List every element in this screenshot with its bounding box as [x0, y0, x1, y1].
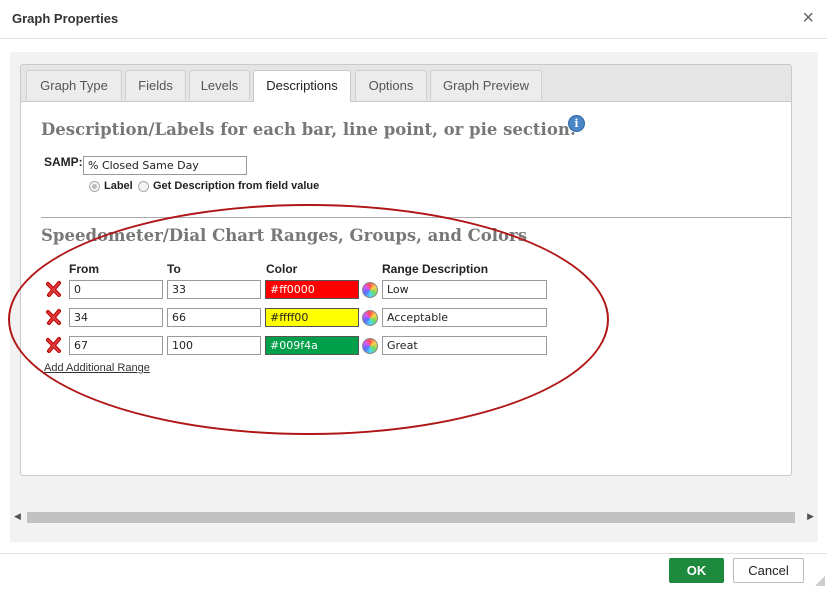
tab-descriptions[interactable]: Descriptions	[253, 70, 351, 102]
range-description-input[interactable]	[382, 308, 547, 327]
radio-field-value[interactable]	[138, 181, 149, 192]
ok-button[interactable]: OK	[669, 558, 724, 583]
color-picker-icon[interactable]	[362, 282, 378, 298]
tab-fields[interactable]: Fields	[125, 70, 186, 100]
range-to-input[interactable]	[167, 280, 261, 299]
color-swatch-input[interactable]: #ff0000	[265, 280, 359, 299]
add-additional-range-link[interactable]: Add Additional Range	[44, 362, 150, 374]
scroll-left-icon[interactable]: ◀	[14, 511, 21, 522]
samp-label: SAMP:	[44, 155, 83, 169]
range-to-input[interactable]	[167, 336, 261, 355]
section-divider	[41, 217, 791, 218]
range-from-input[interactable]	[69, 280, 163, 299]
header-from: From	[69, 262, 99, 276]
delete-range-icon[interactable]	[45, 280, 63, 298]
color-picker-icon[interactable]	[362, 310, 378, 326]
scroll-right-icon[interactable]: ▶	[807, 511, 814, 522]
delete-range-icon[interactable]	[45, 336, 63, 354]
tab-graph-type[interactable]: Graph Type	[26, 70, 122, 100]
header-color: Color	[266, 262, 298, 276]
range-from-input[interactable]	[69, 308, 163, 327]
dialog-titlebar: Graph Properties ×	[0, 0, 827, 39]
tab-graph-preview[interactable]: Graph Preview	[430, 70, 542, 100]
range-description-input[interactable]	[382, 280, 547, 299]
scroll-thumb[interactable]	[27, 512, 795, 523]
tab-panel: Graph Type Fields Levels Descriptions Op…	[20, 64, 792, 476]
radio-label[interactable]	[89, 181, 100, 192]
range-to-input[interactable]	[167, 308, 261, 327]
radio-field-value-text: Get Description from field value	[153, 180, 320, 192]
header-to: To	[167, 262, 181, 276]
range-description-input[interactable]	[382, 336, 547, 355]
info-icon[interactable]: i	[568, 115, 585, 132]
range-from-input[interactable]	[69, 336, 163, 355]
cancel-button[interactable]: Cancel	[733, 558, 804, 583]
close-icon[interactable]: ×	[802, 8, 814, 28]
tab-bar: Graph Type Fields Levels Descriptions Op…	[21, 65, 791, 102]
dialog-title: Graph Properties	[12, 11, 119, 26]
samp-description-input[interactable]	[83, 156, 247, 175]
header-range-description: Range Description	[382, 262, 489, 276]
color-picker-icon[interactable]	[362, 338, 378, 354]
radio-label-text: Label	[104, 180, 133, 192]
descriptions-heading: Description/Labels for each bar, line po…	[41, 120, 576, 139]
horizontal-scrollbar[interactable]: ◀ ▶	[10, 509, 818, 526]
delete-range-icon[interactable]	[45, 308, 63, 326]
color-swatch-input[interactable]: #ffff00	[265, 308, 359, 327]
tab-options[interactable]: Options	[355, 70, 427, 100]
color-swatch-input[interactable]: #009f4a	[265, 336, 359, 355]
tab-levels[interactable]: Levels	[189, 70, 250, 100]
resize-handle[interactable]	[815, 576, 825, 586]
ranges-heading: Speedometer/Dial Chart Ranges, Groups, a…	[41, 226, 528, 245]
